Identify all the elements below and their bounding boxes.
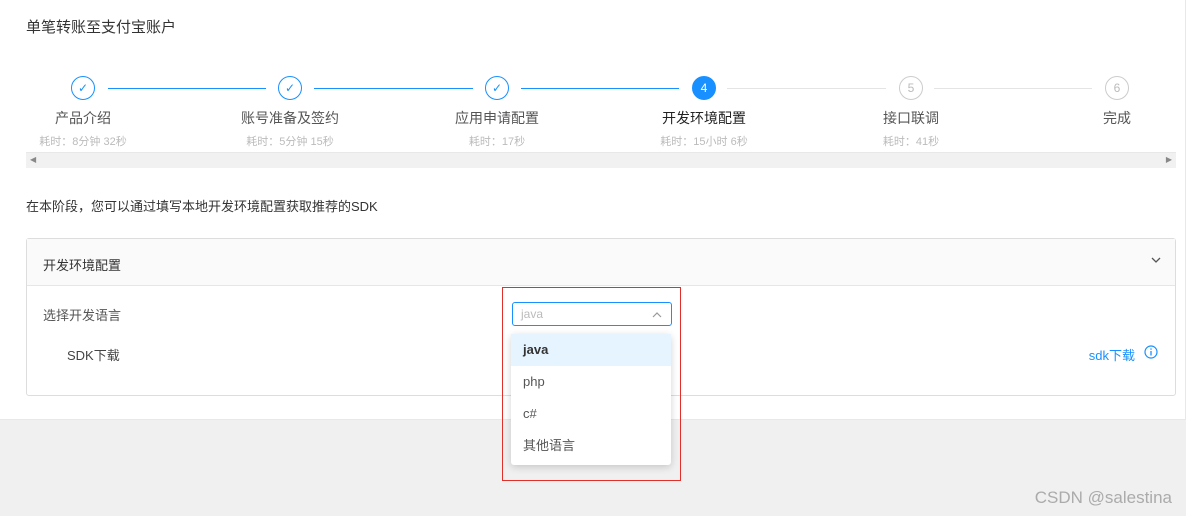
info-icon[interactable] [1144, 345, 1158, 359]
check-icon: ✓ [485, 76, 509, 100]
step-product-intro[interactable]: ✓ 产品介绍 耗时：8分钟 32秒 [3, 76, 163, 149]
check-icon: ✓ [71, 76, 95, 100]
step-time: 耗时：15小时 6秒 [660, 136, 748, 148]
step-label: 产品介绍 [55, 110, 111, 126]
page-title: 单笔转账至支付宝账户 [26, 19, 177, 36]
panel-title: 开发环境配置 [43, 258, 122, 273]
step-dev-env[interactable]: 4 开发环境配置 耗时：15小时 6秒 [624, 76, 784, 149]
step-label: 接口联调 [883, 110, 939, 126]
panel-header[interactable]: 开发环境配置 [27, 239, 1175, 286]
step-time: 耗时：41秒 [882, 136, 940, 148]
step-api-debug[interactable]: 5 接口联调 耗时：41秒 [831, 76, 991, 149]
horizontal-scrollbar[interactable]: ◀ ▶ [26, 152, 1176, 168]
step-time: 耗时：8分钟 32秒 [39, 136, 127, 148]
stage-description: 在本阶段，您可以通过填写本地开发环境配置获取推荐的SDK [26, 199, 378, 214]
step-finish[interactable]: 6 完成 [1037, 76, 1186, 133]
step-label: 账号准备及签约 [241, 110, 339, 126]
step-number: 6 [1105, 76, 1129, 100]
scroll-right-icon[interactable]: ▶ [1166, 155, 1172, 164]
sdk-download-label: SDK下载 [67, 348, 120, 363]
scroll-left-icon[interactable]: ◀ [30, 155, 36, 164]
step-account-prep[interactable]: ✓ 账号准备及签约 耗时：5分钟 15秒 [210, 76, 370, 149]
step-number: 5 [899, 76, 923, 100]
step-app-config[interactable]: ✓ 应用申请配置 耗时：17秒 [417, 76, 577, 149]
chevron-down-icon[interactable] [1151, 255, 1161, 265]
step-label: 完成 [1103, 110, 1131, 126]
step-label: 应用申请配置 [455, 110, 539, 126]
language-label: 选择开发语言 [43, 308, 122, 323]
sdk-download-link[interactable]: sdk下载 [1089, 345, 1135, 364]
step-time: 耗时：5分钟 15秒 [246, 136, 334, 148]
step-label: 开发环境配置 [662, 110, 746, 126]
annotation-highlight-box [502, 287, 681, 481]
steps-bar: ✓ 产品介绍 耗时：8分钟 32秒 ✓ 账号准备及签约 耗时：5分钟 15秒 ✓… [26, 72, 1176, 168]
step-number: 4 [692, 76, 716, 100]
check-icon: ✓ [278, 76, 302, 100]
watermark: CSDN @salestina [1034, 488, 1172, 507]
step-time: 耗时：17秒 [468, 136, 526, 148]
